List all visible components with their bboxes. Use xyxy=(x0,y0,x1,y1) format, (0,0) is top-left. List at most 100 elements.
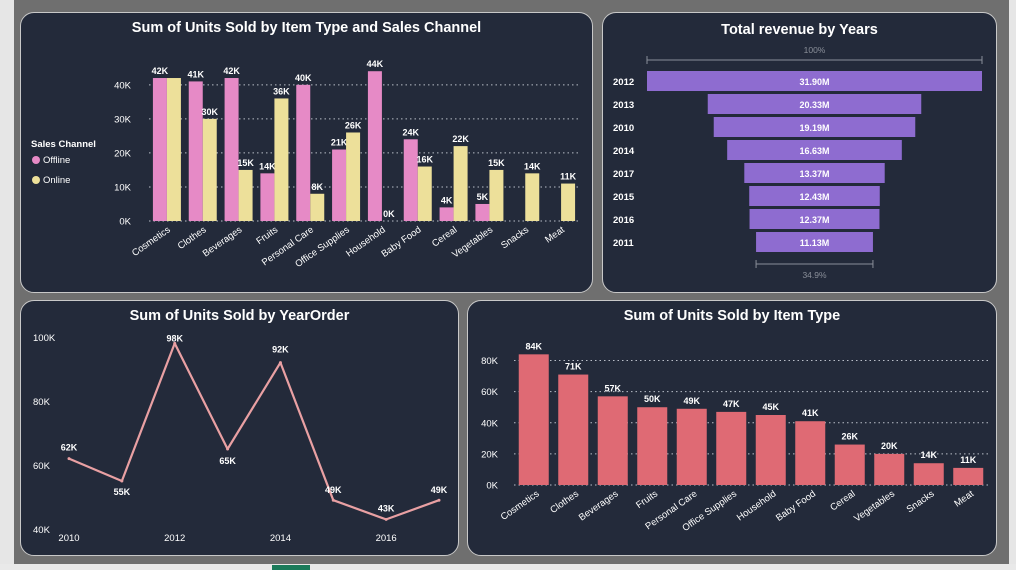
y-tick-label: 60K xyxy=(481,387,499,398)
data-label: 24K xyxy=(402,127,419,137)
bar xyxy=(795,421,826,485)
bar xyxy=(597,396,628,485)
bar xyxy=(676,408,707,485)
bar-offline xyxy=(188,81,203,221)
y-tick-label: 0K xyxy=(486,481,498,492)
legend-swatch xyxy=(32,156,40,164)
bar-online xyxy=(417,166,432,221)
bar-offline xyxy=(332,149,347,221)
page-tab-bar xyxy=(0,564,1016,570)
bar-online xyxy=(453,146,468,221)
units-by-type-chart[interactable]: 0K 20K 40K 60K 80K 84K Cosmetics 71K Clothes 57K B… xyxy=(468,301,996,555)
data-label: 65K xyxy=(219,456,236,466)
funnel-top-percent: 100% xyxy=(804,45,826,55)
x-tick-label: Vegetables xyxy=(852,488,897,524)
data-label: 30K xyxy=(201,107,218,117)
funnel-year-label: 2015 xyxy=(613,192,635,203)
data-label: 49K xyxy=(683,396,700,406)
data-label: 22K xyxy=(452,134,469,144)
x-tick-label: Fruits xyxy=(254,224,280,247)
funnel-year-label: 2016 xyxy=(613,215,634,226)
bar xyxy=(834,444,865,485)
data-label: 16K xyxy=(416,155,433,165)
revenue-funnel-chart[interactable]: 100% 31.90M 2012 20.33M 2013 19.19M 2010 16.63M… xyxy=(603,13,996,292)
y-tick-label: 80K xyxy=(481,356,499,367)
data-point xyxy=(384,517,388,521)
bar-online xyxy=(489,169,504,221)
data-label: 44K xyxy=(367,59,384,69)
funnel-value-label: 11.13M xyxy=(800,238,830,248)
data-label: 15K xyxy=(488,158,505,168)
data-label: 36K xyxy=(273,86,290,96)
bar xyxy=(637,407,668,485)
data-label: 42K xyxy=(152,66,169,76)
data-label: 50K xyxy=(644,394,661,404)
bar xyxy=(558,374,589,485)
data-label: 49K xyxy=(431,485,448,495)
funnel-year-label: 2012 xyxy=(613,77,634,88)
units-by-type-channel-chart[interactable]: 0K10K20K30K40K42KCosmetics41K30KClothes4… xyxy=(21,13,592,292)
bar-offline xyxy=(403,139,418,221)
units-by-year-panel[interactable]: Sum of Units Sold by YearOrder 40K 60K 80K… xyxy=(20,300,459,556)
active-page-tab[interactable] xyxy=(272,565,310,570)
x-tick-label: Snacks xyxy=(905,488,937,515)
data-label: 0K xyxy=(383,209,395,219)
y-tick-label: 20K xyxy=(481,449,499,460)
data-label: 42K xyxy=(223,66,240,76)
data-label: 49K xyxy=(325,485,342,495)
data-label: 14K xyxy=(259,161,276,171)
bar-online xyxy=(525,173,540,221)
x-tick-label: Snacks xyxy=(499,224,531,251)
data-point xyxy=(226,447,230,451)
x-tick-label: Fruits xyxy=(634,488,660,511)
y-tick-label: 0K xyxy=(119,217,131,228)
units-by-type-channel-panel[interactable]: Sum of Units Sold by Item Type and Sales… xyxy=(20,12,593,293)
data-label: 41K xyxy=(802,408,819,418)
x-tick-label: Cereal xyxy=(430,224,459,249)
data-point xyxy=(437,498,441,502)
bar xyxy=(953,467,984,485)
bar-offline xyxy=(152,78,167,222)
data-label: 98K xyxy=(166,333,183,343)
bar-offline xyxy=(439,207,454,221)
funnel-value-label: 12.43M xyxy=(799,192,829,202)
data-point xyxy=(67,457,71,461)
x-tick-label: Clothes xyxy=(548,488,581,516)
y-tick-label: 80K xyxy=(33,397,51,408)
data-label: 11K xyxy=(560,172,577,182)
data-label: 45K xyxy=(762,402,779,412)
x-tick-label: Vegetables xyxy=(450,224,495,260)
x-tick-label: Cereal xyxy=(828,488,857,513)
bar xyxy=(716,411,747,485)
bar-online xyxy=(310,193,325,221)
y-tick-label: 60K xyxy=(33,461,51,472)
data-label: 57K xyxy=(604,383,621,393)
bar-offline xyxy=(475,203,490,221)
x-tick-label: 2012 xyxy=(164,533,185,544)
x-tick-label: 2010 xyxy=(58,533,79,544)
bar xyxy=(518,354,549,485)
revenue-by-years-panel[interactable]: Total revenue by Years 100% 31.90M 2012 20.… xyxy=(602,12,997,293)
bar-online xyxy=(561,183,576,221)
data-label: 41K xyxy=(187,69,204,79)
data-label: 26K xyxy=(841,432,858,442)
data-label: 4K xyxy=(441,195,453,205)
legend-label: Online xyxy=(43,175,70,186)
data-label: 21K xyxy=(331,138,348,148)
y-tick-label: 30K xyxy=(114,114,132,125)
y-tick-label: 10K xyxy=(114,182,132,193)
data-label: 20K xyxy=(881,441,898,451)
funnel-value-label: 16.63M xyxy=(799,146,829,156)
bar-online xyxy=(166,78,181,222)
units-by-type-panel[interactable]: Sum of Units Sold by Item Type 0K 20K 40K 6… xyxy=(467,300,997,556)
y-tick-label: 40K xyxy=(481,418,499,429)
data-label: 71K xyxy=(565,362,582,372)
x-tick-label: Beverages xyxy=(577,488,621,523)
data-point xyxy=(120,479,124,483)
legend-title: Sales Channel xyxy=(31,139,96,150)
bar-offline xyxy=(296,84,311,221)
y-tick-label: 40K xyxy=(33,525,51,536)
y-tick-label: 40K xyxy=(114,80,132,91)
bar-offline xyxy=(224,78,239,222)
units-by-year-line-chart[interactable]: 40K 60K 80K 100K 2010 2012 2014 2016 62K 55K 98K 65… xyxy=(21,301,458,555)
